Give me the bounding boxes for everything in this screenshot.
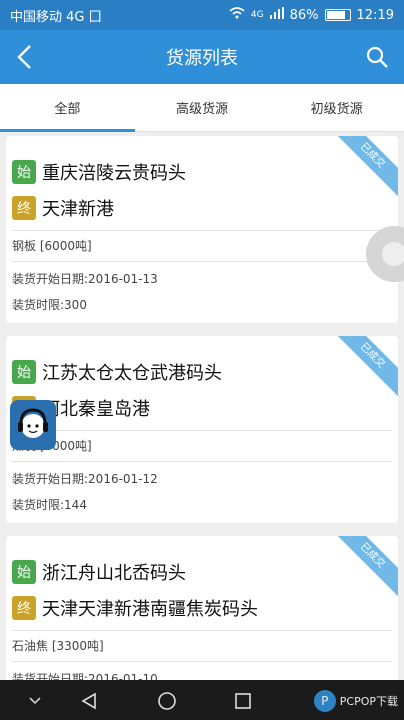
- chevron-down-icon: [29, 697, 41, 705]
- end-row: 终 河北秦皇岛港: [6, 390, 398, 426]
- load-start-date: 装货开始日期:2016-01-10: [12, 672, 158, 680]
- tab-bar: 全部 高级货源 初级货源: [0, 84, 404, 132]
- status-right: 4G 86% 12:19: [229, 7, 394, 23]
- cargo-card[interactable]: 已成交 始 江苏太仓太仓武港码头 终 河北秦皇岛港 煤炭 [5000吨] 装货开…: [6, 336, 398, 523]
- end-row: 终 天津新港: [6, 190, 398, 226]
- divider: [12, 261, 392, 262]
- page-title: 货源列表: [166, 48, 238, 69]
- recents-nav-button[interactable]: [230, 688, 256, 714]
- cargo-info: 石油焦 [3300吨]: [12, 639, 104, 653]
- start-row: 始 重庆涪陵云贵码头: [6, 154, 398, 190]
- status-bar: 中国移动 4G 囗 4G 86% 12:19: [0, 0, 404, 30]
- cargo-info: 煤炭 [5000吨]: [12, 439, 92, 453]
- start-badge: 始: [12, 360, 36, 384]
- start-badge: 始: [12, 560, 36, 584]
- signal-icon: [269, 7, 284, 23]
- start-row: 始 浙江舟山北岙码头: [6, 554, 398, 590]
- start-location: 江苏太仓太仓武港码头: [42, 363, 222, 384]
- load-start-date: 装货开始日期:2016-01-13: [12, 272, 158, 286]
- load-start-date: 装货开始日期:2016-01-12: [12, 472, 158, 486]
- cargo-card[interactable]: 已成交 始 重庆涪陵云贵码头 终 天津新港 钢板 [6000吨] 装货开始日期:…: [6, 136, 398, 323]
- battery-icon: [324, 9, 351, 21]
- back-arrow-icon: [17, 45, 31, 69]
- carrier-label: 中国移动 4G 囗: [10, 9, 102, 25]
- customer-service-button[interactable]: [10, 400, 56, 450]
- wifi-icon: [229, 7, 245, 23]
- divider: [12, 661, 392, 662]
- end-location: 河北秦皇岛港: [42, 399, 150, 420]
- time-label: 12:19: [356, 7, 394, 23]
- battery-label: 86%: [289, 7, 319, 23]
- watermark-text: PCPOP下载: [339, 695, 398, 708]
- search-icon: [366, 46, 388, 68]
- recents-square-icon: [235, 693, 251, 709]
- watermark: P PCPOP下载: [313, 690, 398, 712]
- back-button[interactable]: [8, 40, 40, 74]
- cargo-info: 钢板 [6000吨]: [12, 239, 92, 253]
- start-location: 浙江舟山北岙码头: [42, 563, 186, 584]
- end-location: 天津新港: [42, 199, 114, 220]
- load-time-limit: 装货时限:144: [12, 498, 87, 512]
- home-circle-icon: [158, 692, 176, 710]
- pcpop-logo-icon: P: [313, 690, 336, 712]
- back-triangle-icon: [81, 692, 96, 710]
- home-nav-button[interactable]: [154, 688, 180, 714]
- tab-basic-cargo[interactable]: 初级货源: [269, 84, 404, 131]
- start-location: 重庆涪陵云贵码头: [42, 163, 186, 184]
- search-button[interactable]: [360, 40, 394, 74]
- start-badge: 始: [12, 160, 36, 184]
- back-nav-button[interactable]: [76, 688, 102, 714]
- cargo-card[interactable]: 已成交 始 浙江舟山北岙码头 终 天津天津新港南疆焦炭码头 石油焦 [3300吨…: [6, 536, 398, 680]
- end-badge: 终: [12, 596, 36, 620]
- collapse-nav-button[interactable]: [22, 688, 48, 714]
- end-row: 终 天津天津新港南疆焦炭码头: [6, 590, 398, 626]
- title-bar: 货源列表: [0, 30, 404, 84]
- network-label: 4G: [250, 10, 264, 20]
- end-location: 天津天津新港南疆焦炭码头: [42, 599, 258, 620]
- start-row: 始 江苏太仓太仓武港码头: [6, 354, 398, 390]
- end-badge: 终: [12, 196, 36, 220]
- divider: [12, 461, 392, 462]
- cargo-list: 已成交 始 重庆涪陵云贵码头 终 天津新港 钢板 [6000吨] 装货开始日期:…: [0, 133, 404, 680]
- tab-premium-cargo[interactable]: 高级货源: [135, 84, 270, 131]
- load-time-limit: 装货时限:300: [12, 298, 87, 312]
- tab-all[interactable]: 全部: [0, 84, 135, 132]
- headset-avatar-icon: [18, 408, 48, 438]
